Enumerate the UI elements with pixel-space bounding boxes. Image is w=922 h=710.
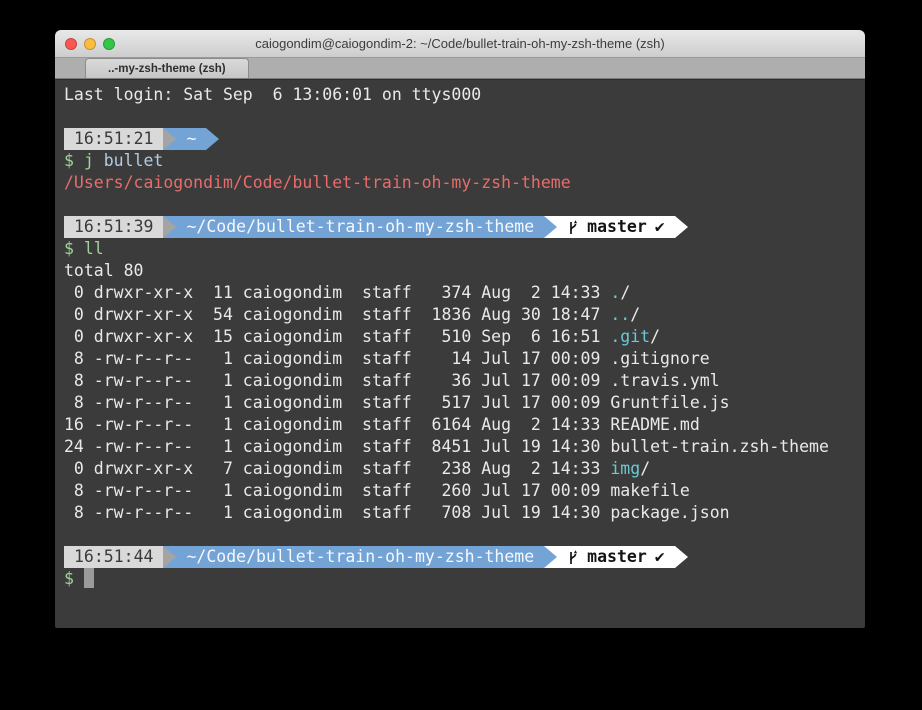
ls-row: 0 drwxr-xr-x 15 caiogondim staff 510 Sep… xyxy=(64,326,856,348)
zoom-button[interactable] xyxy=(103,38,115,50)
close-button[interactable] xyxy=(65,38,77,50)
command-line: $ jbullet xyxy=(64,150,856,172)
ls-row: 8 -rw-r--r-- 1 caiogondim staff 36 Jul 1… xyxy=(64,370,856,392)
file-name: Gruntfile.js xyxy=(610,393,729,412)
check-icon: ✔ xyxy=(655,216,665,238)
file-name: .travis.yml xyxy=(610,371,719,390)
separator-arrow-icon xyxy=(163,128,176,150)
title-bar[interactable]: caiogondim@caiogondim-2: ~/Code/bullet-t… xyxy=(55,30,865,58)
separator-arrow-icon xyxy=(544,216,557,238)
separator-arrow-icon xyxy=(675,546,688,568)
prompt-git-segment: master ✔ xyxy=(557,216,675,238)
prompt-time-segment: 16:51:44 xyxy=(64,546,163,568)
prompt-time-segment: 16:51:21 xyxy=(64,128,163,150)
ls-total-line: total 80 xyxy=(64,260,856,282)
prompt-char: $ xyxy=(64,569,74,588)
ls-row: 8 -rw-r--r-- 1 caiogondim staff 14 Jul 1… xyxy=(64,348,856,370)
separator-arrow-icon xyxy=(675,216,688,238)
command-line: $ ll xyxy=(64,238,856,260)
prompt-line: 16:51:44 ~/Code/bullet-train-oh-my-zsh-t… xyxy=(64,546,856,568)
tab-bar: ..-my-zsh-theme (zsh) xyxy=(55,58,865,79)
blank-line xyxy=(64,194,856,216)
tab-label: ..-my-zsh-theme (zsh) xyxy=(108,63,226,75)
ls-row: 0 drwxr-xr-x 7 caiogondim staff 238 Aug … xyxy=(64,458,856,480)
traffic-lights xyxy=(65,30,115,57)
file-name: README.md xyxy=(610,415,699,434)
git-branch-icon xyxy=(567,549,579,566)
file-name: makefile xyxy=(610,481,689,500)
window-title: caiogondim@caiogondim-2: ~/Code/bullet-t… xyxy=(255,36,665,51)
prompt-char: $ xyxy=(64,151,74,170)
ls-row: 8 -rw-r--r-- 1 caiogondim staff 708 Jul … xyxy=(64,502,856,524)
prompt-time-segment: 16:51:39 xyxy=(64,216,163,238)
minimize-button[interactable] xyxy=(84,38,96,50)
git-branch-icon xyxy=(567,219,579,236)
file-name: package.json xyxy=(610,503,729,522)
prompt-path-segment: ~ xyxy=(176,128,206,150)
cursor-block xyxy=(84,568,94,588)
command-line: $ xyxy=(64,568,856,590)
ls-row: 8 -rw-r--r-- 1 caiogondim staff 260 Jul … xyxy=(64,480,856,502)
prompt-git-segment: master ✔ xyxy=(557,546,675,568)
prompt-path-segment: ~/Code/bullet-train-oh-my-zsh-theme xyxy=(176,546,544,568)
check-icon: ✔ xyxy=(655,546,665,568)
git-branch-label: master xyxy=(587,216,647,238)
blank-line xyxy=(64,106,856,128)
command-text: j xyxy=(84,151,94,170)
ls-row: 16 -rw-r--r-- 1 caiogondim staff 6164 Au… xyxy=(64,414,856,436)
ls-row: 0 drwxr-xr-x 11 caiogondim staff 374 Aug… xyxy=(64,282,856,304)
ls-row: 8 -rw-r--r-- 1 caiogondim staff 517 Jul … xyxy=(64,392,856,414)
file-name: .gitignore xyxy=(610,349,709,368)
output-line: /Users/caiogondim/Code/bullet-train-oh-m… xyxy=(64,172,856,194)
separator-arrow-icon xyxy=(206,128,219,150)
terminal-window: caiogondim@caiogondim-2: ~/Code/bullet-t… xyxy=(55,30,865,628)
terminal-tab[interactable]: ..-my-zsh-theme (zsh) xyxy=(85,58,249,78)
ls-row: 0 drwxr-xr-x 54 caiogondim staff 1836 Au… xyxy=(64,304,856,326)
ls-row: 24 -rw-r--r-- 1 caiogondim staff 8451 Ju… xyxy=(64,436,856,458)
prompt-line: 16:51:21 ~ xyxy=(64,128,856,150)
dir-name: . xyxy=(610,283,620,302)
git-branch-label: master xyxy=(587,546,647,568)
dir-name: .git xyxy=(610,327,650,346)
prompt-line: 16:51:39 ~/Code/bullet-train-oh-my-zsh-t… xyxy=(64,216,856,238)
separator-arrow-icon xyxy=(544,546,557,568)
separator-arrow-icon xyxy=(163,546,176,568)
prompt-path-segment: ~/Code/bullet-train-oh-my-zsh-theme xyxy=(176,216,544,238)
blank-line xyxy=(64,524,856,546)
file-name: bullet-train.zsh-theme xyxy=(610,437,829,456)
dir-name: .. xyxy=(610,305,630,324)
last-login-line: Last login: Sat Sep 6 13:06:01 on ttys00… xyxy=(64,84,856,106)
command-text: ll xyxy=(84,239,104,258)
prompt-char: $ xyxy=(64,239,74,258)
dir-name: img xyxy=(610,459,640,478)
terminal-screen[interactable]: Last login: Sat Sep 6 13:06:01 on ttys00… xyxy=(55,79,865,628)
command-argument: bullet xyxy=(104,151,164,170)
separator-arrow-icon xyxy=(163,216,176,238)
